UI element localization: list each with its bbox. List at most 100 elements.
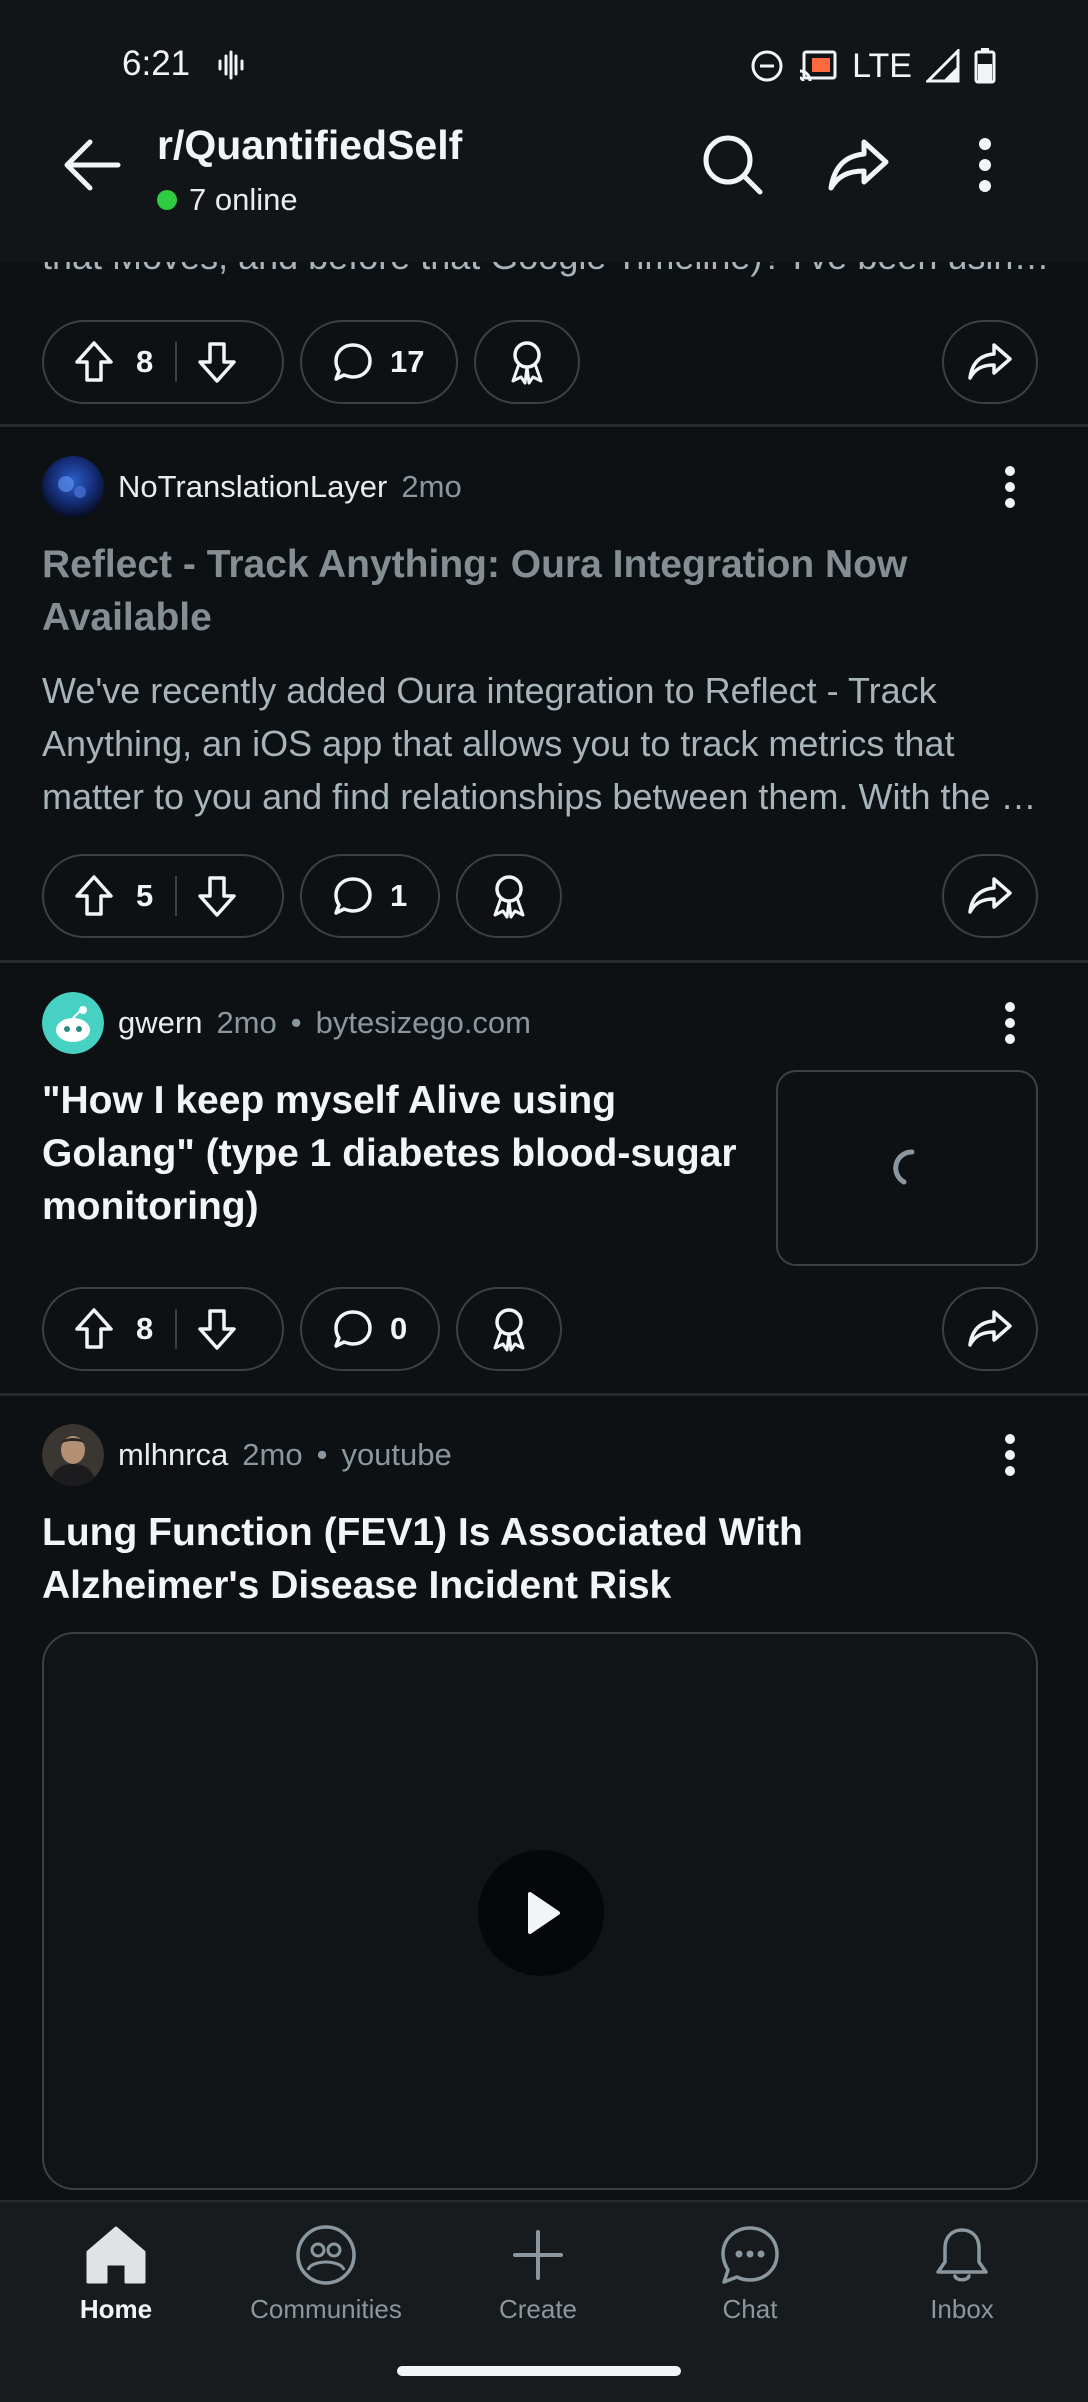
nav-communities[interactable]: Communities xyxy=(226,2224,426,2325)
status-time: 6:21 xyxy=(122,44,191,83)
post-author[interactable]: gwern xyxy=(118,1005,202,1041)
nav-label: Chat xyxy=(722,2294,778,2324)
online-count: 7 online xyxy=(157,182,298,218)
gesture-home-bar[interactable] xyxy=(397,2366,681,2376)
bottom-navigation: Home Communities Create Chat Inbox xyxy=(0,2200,1088,2402)
meta-separator-dot: • xyxy=(290,1005,302,1040)
post-age: 2mo xyxy=(242,1437,303,1472)
video-player[interactable] xyxy=(42,1632,1038,2190)
avatar[interactable] xyxy=(42,992,104,1054)
post-age: 2mo xyxy=(216,1005,277,1040)
comment-count: 0 xyxy=(390,1311,408,1346)
comments-button[interactable]: 0 xyxy=(300,1287,440,1371)
post-body-line: Anything, an iOS app that allows you to … xyxy=(42,723,955,764)
vote-divider xyxy=(175,342,178,382)
post-title[interactable]: Reflect - Track Anything: Oura Integrati… xyxy=(42,538,907,644)
avatar[interactable] xyxy=(42,1424,104,1486)
downvote-icon[interactable] xyxy=(197,340,237,384)
post-title-line: Lung Function (FEV1) Is Associated With xyxy=(42,1511,803,1554)
upvote-icon[interactable] xyxy=(74,340,114,384)
upvote-count: 8 xyxy=(136,344,154,379)
loading-spinner-icon xyxy=(884,1144,932,1192)
upvote-count: 8 xyxy=(136,1311,154,1346)
downvote-icon[interactable] xyxy=(197,1307,237,1351)
post-more-icon[interactable] xyxy=(990,992,1030,1054)
post-domain[interactable]: bytesizego.com xyxy=(316,1005,531,1041)
subreddit-title[interactable]: r/QuantifiedSelf xyxy=(157,122,462,169)
post-body-line: matter to you and find relationships bet… xyxy=(42,776,1037,817)
post-author[interactable]: NoTranslationLayer xyxy=(118,469,387,505)
meta-separator-dot: • xyxy=(316,1437,328,1472)
share-icon xyxy=(967,1308,1013,1350)
vote-pill: 8 xyxy=(42,1287,284,1371)
cast-icon xyxy=(798,49,838,83)
play-icon xyxy=(528,1892,560,1934)
award-icon xyxy=(487,1306,531,1352)
comments-button[interactable]: 17 xyxy=(300,320,458,404)
vote-divider xyxy=(175,1309,178,1349)
post-divider xyxy=(0,960,1088,963)
comment-count: 17 xyxy=(390,344,425,379)
nav-inbox[interactable]: Inbox xyxy=(862,2224,1062,2325)
comments-button[interactable]: 1 xyxy=(300,854,440,938)
dnd-icon xyxy=(750,49,784,83)
post-title-line: Reflect - Track Anything: Oura Integrati… xyxy=(42,543,908,586)
upvote-count: 5 xyxy=(136,878,154,913)
post-meta: gwern 2mo • bytesizego.com xyxy=(42,992,531,1054)
back-arrow-icon[interactable] xyxy=(58,130,128,200)
post-body[interactable]: We've recently added Oura integration to… xyxy=(42,664,1042,823)
link-thumbnail[interactable] xyxy=(776,1070,1038,1266)
post-title[interactable]: Lung Function (FEV1) Is Associated With … xyxy=(42,1506,803,1612)
avatar[interactable] xyxy=(42,456,104,518)
award-button[interactable] xyxy=(474,320,580,404)
post-age: 2mo xyxy=(401,469,462,504)
post-meta: NoTranslationLayer 2mo xyxy=(42,456,462,518)
home-icon xyxy=(84,2224,148,2286)
nav-create[interactable]: Create xyxy=(438,2224,638,2325)
play-button[interactable] xyxy=(478,1850,604,1976)
post-author[interactable]: mlhnrca xyxy=(118,1437,228,1473)
award-icon xyxy=(505,339,549,385)
vibrate-icon xyxy=(216,50,246,80)
post-more-icon[interactable] xyxy=(990,456,1030,518)
award-button[interactable] xyxy=(456,854,562,938)
upvote-icon[interactable] xyxy=(74,1307,114,1351)
post-title-line: Available xyxy=(42,596,212,639)
post-meta: mlhnrca 2mo • youtube xyxy=(42,1424,452,1486)
signal-icon xyxy=(926,49,960,83)
more-vertical-icon[interactable] xyxy=(950,130,1020,200)
post-title-line: Golang" (type 1 diabetes blood-sugar xyxy=(42,1132,737,1175)
comment-icon xyxy=(332,341,374,383)
post-title-line: "How I keep myself Alive using xyxy=(42,1079,617,1122)
post-divider xyxy=(0,424,1088,427)
nav-label: Inbox xyxy=(930,2294,994,2324)
nav-chat[interactable]: Chat xyxy=(650,2224,850,2325)
plus-icon xyxy=(506,2224,570,2286)
post-title-line: monitoring) xyxy=(42,1185,259,1228)
online-dot xyxy=(157,190,177,210)
search-icon[interactable] xyxy=(698,130,768,200)
post-title-line: Alzheimer's Disease Incident Risk xyxy=(42,1564,672,1607)
share-button[interactable] xyxy=(942,1287,1038,1371)
top-bar: 6:21 LTE r/QuantifiedSelf 7 online xyxy=(0,0,1088,262)
post-divider xyxy=(0,1393,1088,1396)
battery-icon xyxy=(974,48,996,84)
comment-icon xyxy=(332,1308,374,1350)
nav-label: Communities xyxy=(250,2294,402,2324)
award-button[interactable] xyxy=(456,1287,562,1371)
downvote-icon[interactable] xyxy=(197,874,237,918)
network-label: LTE xyxy=(852,46,912,85)
status-icons: LTE xyxy=(750,44,996,88)
share-button[interactable] xyxy=(942,320,1038,404)
share-icon[interactable] xyxy=(824,130,894,200)
post-title[interactable]: "How I keep myself Alive using Golang" (… xyxy=(42,1074,737,1233)
nav-label: Create xyxy=(498,2294,578,2324)
nav-home[interactable]: Home xyxy=(16,2224,216,2325)
nav-label: Home xyxy=(79,2294,153,2324)
vote-pill: 8 xyxy=(42,320,284,404)
share-button[interactable] xyxy=(942,854,1038,938)
post-more-icon[interactable] xyxy=(990,1424,1030,1486)
online-text: 7 online xyxy=(189,182,298,217)
post-domain[interactable]: youtube xyxy=(341,1437,451,1473)
upvote-icon[interactable] xyxy=(74,874,114,918)
